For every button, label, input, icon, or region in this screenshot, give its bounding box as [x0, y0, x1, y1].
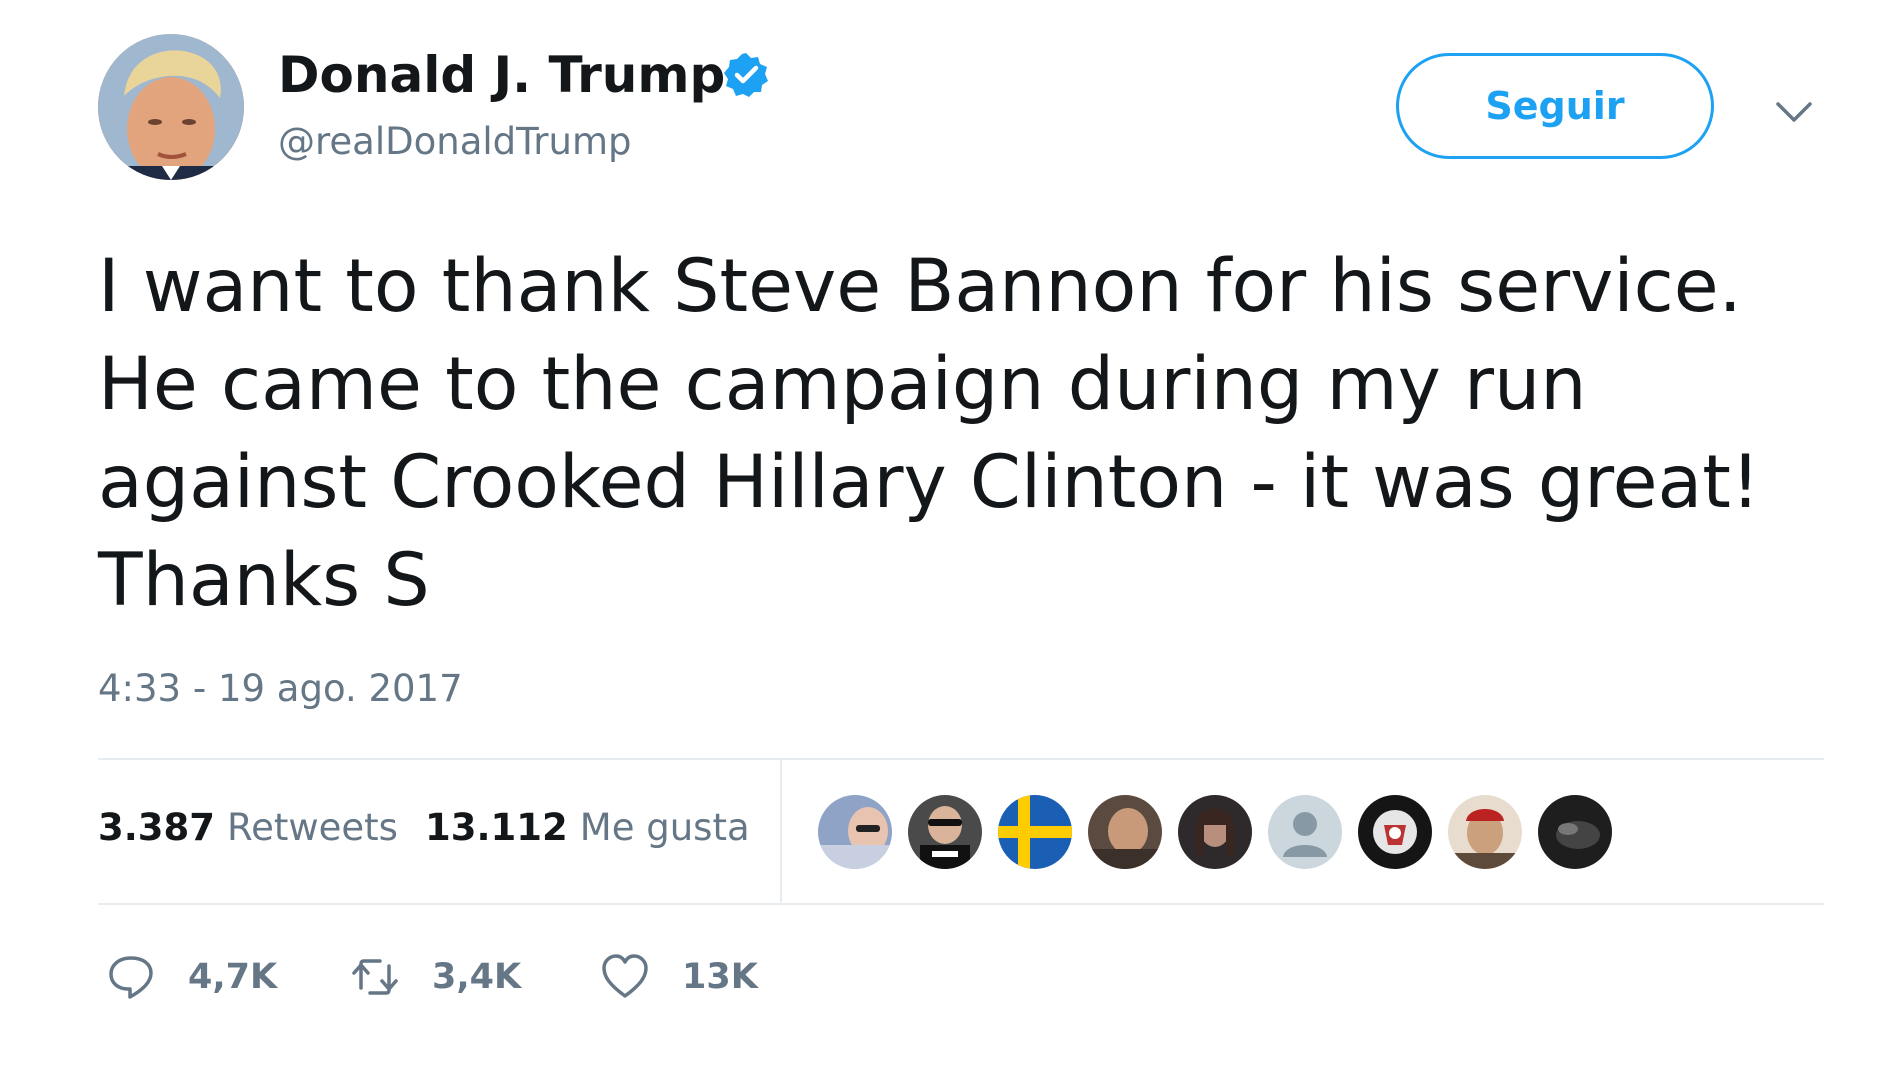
profile-avatar-image — [98, 34, 244, 180]
stats-divider-bottom — [98, 903, 1824, 905]
display-name[interactable]: Donald J. Trump — [278, 46, 725, 104]
tweet-card: Donald J. Trump @realDonaldTrump Seguir … — [0, 0, 1900, 1069]
chevron-down-icon[interactable] — [1774, 98, 1814, 126]
like-button[interactable]: 13K — [600, 952, 758, 1002]
liker-avatar[interactable] — [1178, 795, 1252, 869]
stats-divider-vertical — [780, 760, 782, 903]
like-count: 13K — [682, 957, 758, 997]
user-handle[interactable]: @realDonaldTrump — [278, 120, 632, 163]
default-avatar-icon[interactable] — [1268, 795, 1342, 869]
retweets-stat[interactable]: 3.387 Retweets — [98, 806, 398, 849]
liker-avatar[interactable] — [1448, 795, 1522, 869]
retweet-icon — [352, 959, 398, 995]
liker-avatar[interactable] — [908, 795, 982, 869]
reply-icon — [109, 956, 153, 999]
swedish-flag-icon[interactable] — [998, 795, 1072, 869]
liker-avatar[interactable] — [1088, 795, 1162, 869]
likers-avatar-list — [818, 795, 1612, 869]
retweet-button[interactable]: 3,4K — [350, 952, 521, 1002]
likes-stat[interactable]: 13.112 Me gusta — [425, 806, 750, 849]
heart-icon — [602, 954, 648, 998]
tweet-text: I want to thank Steve Bannon for his ser… — [98, 244, 1761, 623]
verified-badge-icon — [722, 51, 770, 99]
profile-avatar[interactable] — [98, 34, 244, 180]
liker-avatar[interactable] — [1358, 795, 1432, 869]
retweets-count: 3.387 — [98, 806, 216, 849]
liker-avatar[interactable] — [1538, 795, 1612, 869]
reply-button[interactable]: 4,7K — [106, 952, 277, 1002]
tweet-timestamp[interactable]: 4:33 - 19 ago. 2017 — [98, 667, 463, 710]
reply-count: 4,7K — [188, 957, 278, 997]
retweets-label: Retweets — [227, 806, 398, 849]
likes-label: Me gusta — [579, 806, 750, 849]
liker-avatar[interactable] — [818, 795, 892, 869]
likes-count: 13.112 — [425, 806, 568, 849]
follow-button[interactable]: Seguir — [1396, 53, 1714, 159]
stats-divider-top — [98, 758, 1824, 760]
retweet-count: 3,4K — [432, 957, 522, 997]
